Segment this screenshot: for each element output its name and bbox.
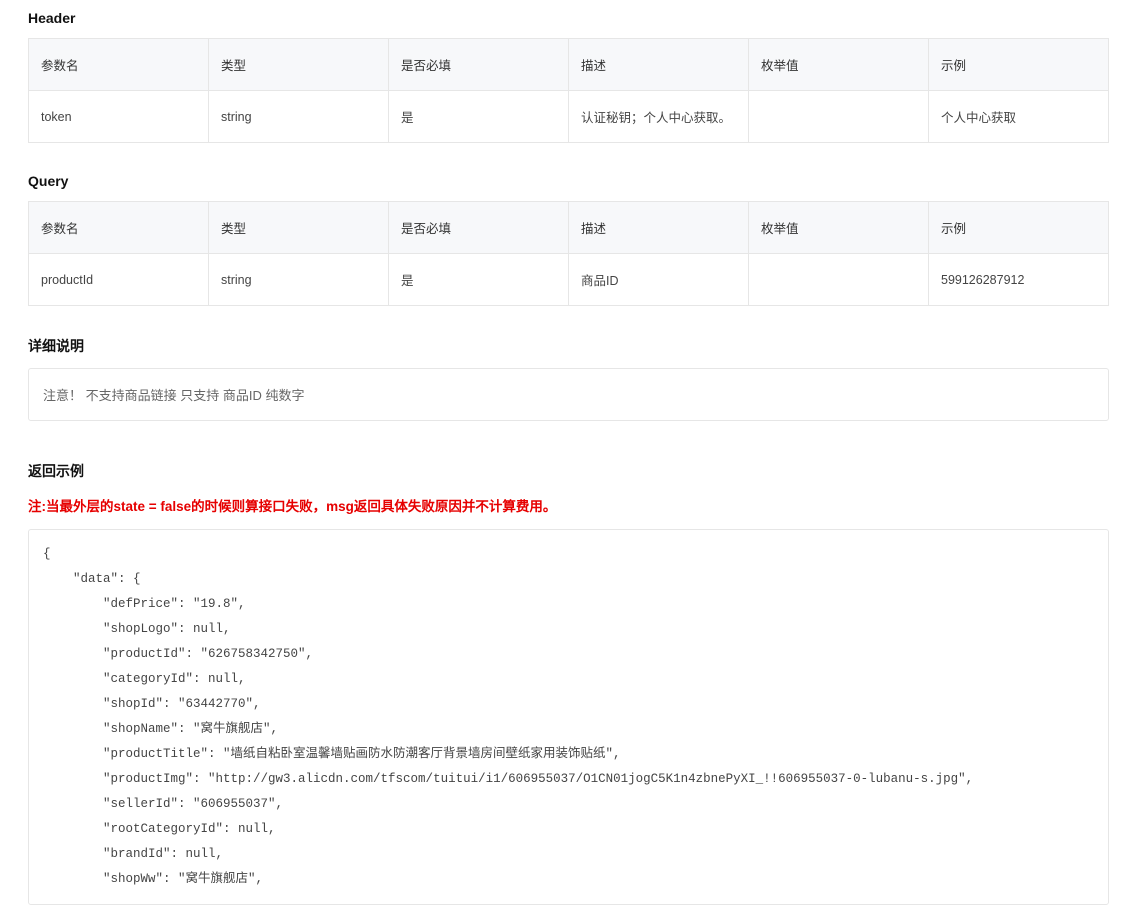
detail-section-title: 详细说明 <box>28 336 1109 356</box>
cell-name: productId <box>29 254 209 306</box>
table-row: token string 是 认证秘钥；个人中心获取。 个人中心获取 <box>29 91 1109 143</box>
return-section-title: 返回示例 <box>28 461 1109 481</box>
cell-name: token <box>29 91 209 143</box>
cell-enum <box>749 254 929 306</box>
cell-type: string <box>209 254 389 306</box>
cell-desc: 认证秘钥；个人中心获取。 <box>569 91 749 143</box>
cell-required: 是 <box>389 91 569 143</box>
th-required: 是否必填 <box>389 39 569 91</box>
query-section-title: Query <box>28 173 1109 189</box>
th-example: 示例 <box>929 202 1109 254</box>
th-type: 类型 <box>209 39 389 91</box>
cell-type: string <box>209 91 389 143</box>
table-row: productId string 是 商品ID 599126287912 <box>29 254 1109 306</box>
th-example: 示例 <box>929 39 1109 91</box>
cell-enum <box>749 91 929 143</box>
th-enum: 枚举值 <box>749 39 929 91</box>
warning-text: 注:当最外层的state = false的时候则算接口失败，msg返回具体失败原… <box>28 495 1109 515</box>
cell-required: 是 <box>389 254 569 306</box>
header-section-title: Header <box>28 10 1109 26</box>
query-params-table: 参数名 类型 是否必填 描述 枚举值 示例 productId string 是… <box>28 201 1109 306</box>
cell-desc: 商品ID <box>569 254 749 306</box>
header-params-table: 参数名 类型 是否必填 描述 枚举值 示例 token string 是 认证秘… <box>28 38 1109 143</box>
cell-example: 个人中心获取 <box>929 91 1109 143</box>
th-type: 类型 <box>209 202 389 254</box>
th-param-name: 参数名 <box>29 39 209 91</box>
th-desc: 描述 <box>569 39 749 91</box>
th-required: 是否必填 <box>389 202 569 254</box>
cell-example: 599126287912 <box>929 254 1109 306</box>
th-enum: 枚举值 <box>749 202 929 254</box>
code-sample-box: { "data": { "defPrice": "19.8", "shopLog… <box>28 529 1109 905</box>
th-param-name: 参数名 <box>29 202 209 254</box>
detail-note-box: 注意！ 不支持商品链接 只支持 商品ID 纯数字 <box>28 368 1109 421</box>
th-desc: 描述 <box>569 202 749 254</box>
